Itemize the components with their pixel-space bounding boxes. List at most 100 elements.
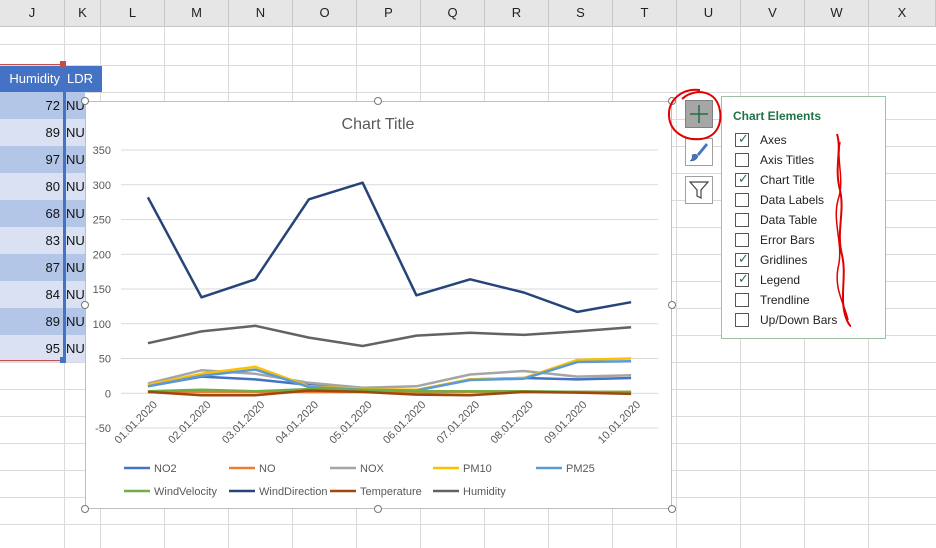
column-header-u[interactable]: U [677,0,741,26]
ldr-cell[interactable]: NU [64,92,85,119]
ldr-cell[interactable]: NU [64,227,85,254]
column-header-w[interactable]: W [805,0,869,26]
column-header-r[interactable]: R [485,0,549,26]
option-label: Up/Down Bars [760,313,838,327]
resize-handle-bottom-right[interactable] [668,505,676,513]
checkmark-icon: ✓ [738,131,749,146]
funnel-icon [688,181,710,199]
column-header-v[interactable]: V [741,0,805,26]
chart-filters-button[interactable] [685,176,713,204]
checkbox[interactable]: ✓ [735,271,749,287]
panel-title: Chart Elements [733,109,822,123]
y-tick-label: 50 [99,354,111,366]
ldr-cell[interactable]: NU [64,173,85,200]
ldr-cell[interactable]: NU [64,146,85,173]
series-line-humidity [147,324,632,348]
legend-label: NOX [360,463,385,475]
humidity-range-highlight [0,64,66,361]
chart-elements-panel: Chart Elements ✓ Axes Axis Titles ✓ Chart Ti… [721,96,886,339]
y-tick-label: 0 [105,388,111,400]
option-label: Axes [760,133,787,147]
ldr-cell[interactable]: NU [64,200,85,227]
line-chart: Chart Title -50 0 50 100 150 200 250 300 350 01.01… [93,116,658,498]
x-tick-label: 04.01.2020 [274,399,321,446]
column-header-j[interactable]: J [0,0,65,26]
range-handle[interactable] [60,357,66,363]
checkbox[interactable] [735,293,749,307]
column-header-n[interactable]: N [229,0,293,26]
chart-elements-button[interactable] [685,100,713,128]
legend-label: NO [259,463,276,475]
checkbox[interactable] [735,153,749,167]
column-header-t[interactable]: T [613,0,677,26]
column-header-k[interactable]: K [65,0,101,26]
chart-styles-button[interactable] [685,138,713,166]
y-tick-label: -50 [95,423,111,435]
option-label: Legend [760,273,801,287]
checkbox[interactable]: ✓ [735,131,749,147]
checkmark-icon: ✓ [738,171,749,186]
resize-handle-bottom[interactable] [374,505,382,513]
y-tick-label: 100 [93,319,111,331]
y-tick-label: 300 [93,180,111,192]
legend-label: Temperature [360,486,422,498]
x-tick-label: 08.01.2020 [488,399,535,446]
column-header-q[interactable]: Q [421,0,485,26]
checkbox[interactable] [735,313,749,327]
column-header-p[interactable]: P [357,0,421,26]
header-cell-ldr[interactable]: LDR [64,66,102,92]
resize-handle-bottom-left[interactable] [81,505,89,513]
ldr-range-highlight [63,64,66,361]
legend-label: NO2 [154,463,177,475]
resize-handle-top[interactable] [374,97,382,105]
column-header-m[interactable]: M [165,0,229,26]
option-label: Gridlines [760,253,808,267]
ldr-cell[interactable]: NU [64,308,85,335]
checkbox[interactable]: ✓ [735,171,749,187]
x-tick-label: 06.01.2020 [381,399,428,446]
checkbox[interactable] [735,213,749,227]
legend-label: PM10 [463,463,492,475]
option-label: Data Table [760,213,818,227]
y-tick-label: 200 [93,249,111,261]
resize-handle-top-left[interactable] [81,97,89,105]
resize-handle-right[interactable] [668,301,676,309]
option-label: Error Bars [760,233,815,247]
chart-area[interactable]: Chart Title -50 0 50 100 150 200 250 300 350 01.01… [85,101,672,509]
brush-icon [689,143,708,162]
column-header-o[interactable]: O [293,0,357,26]
resize-handle-top-right[interactable] [668,97,676,105]
range-handle[interactable] [60,61,66,67]
option-label: Chart Title [760,173,815,187]
x-tick-label: 03.01.2020 [220,399,267,446]
legend-label: Humidity [463,486,506,498]
checkmark-icon: ✓ [738,271,749,286]
checkbox[interactable]: ✓ [735,251,749,267]
option-label: Axis Titles [760,153,815,167]
checkbox[interactable] [735,193,749,207]
column-header-x[interactable]: X [869,0,936,26]
x-tick-label: 05.01.2020 [327,399,374,446]
x-tick-label: 07.01.2020 [435,399,482,446]
y-tick-label: 350 [93,145,111,157]
option-label: Data Labels [760,193,825,207]
checkbox[interactable] [735,233,749,247]
x-tick-label: 10.01.2020 [596,399,643,446]
column-header-s[interactable]: S [549,0,613,26]
x-tick-label: 01.01.2020 [113,399,160,446]
legend-label: WindVelocity [154,486,217,498]
ldr-cell[interactable]: NU [64,335,85,362]
column-header-l[interactable]: L [101,0,165,26]
x-tick-label: 02.01.2020 [166,399,213,446]
checkmark-icon: ✓ [738,251,749,266]
y-tick-label: 150 [93,284,111,296]
chart-title: Chart Title [342,116,415,133]
ldr-cell[interactable]: NU [64,254,85,281]
option-label: Trendline [760,293,810,307]
ldr-cell[interactable]: NU [64,119,85,146]
legend-label: PM25 [566,463,595,475]
plus-icon [690,105,708,123]
resize-handle-left[interactable] [81,301,89,309]
column-header-row: J K L M N O P Q R S T U V W X [0,0,936,27]
x-tick-label: 09.01.2020 [542,399,589,446]
